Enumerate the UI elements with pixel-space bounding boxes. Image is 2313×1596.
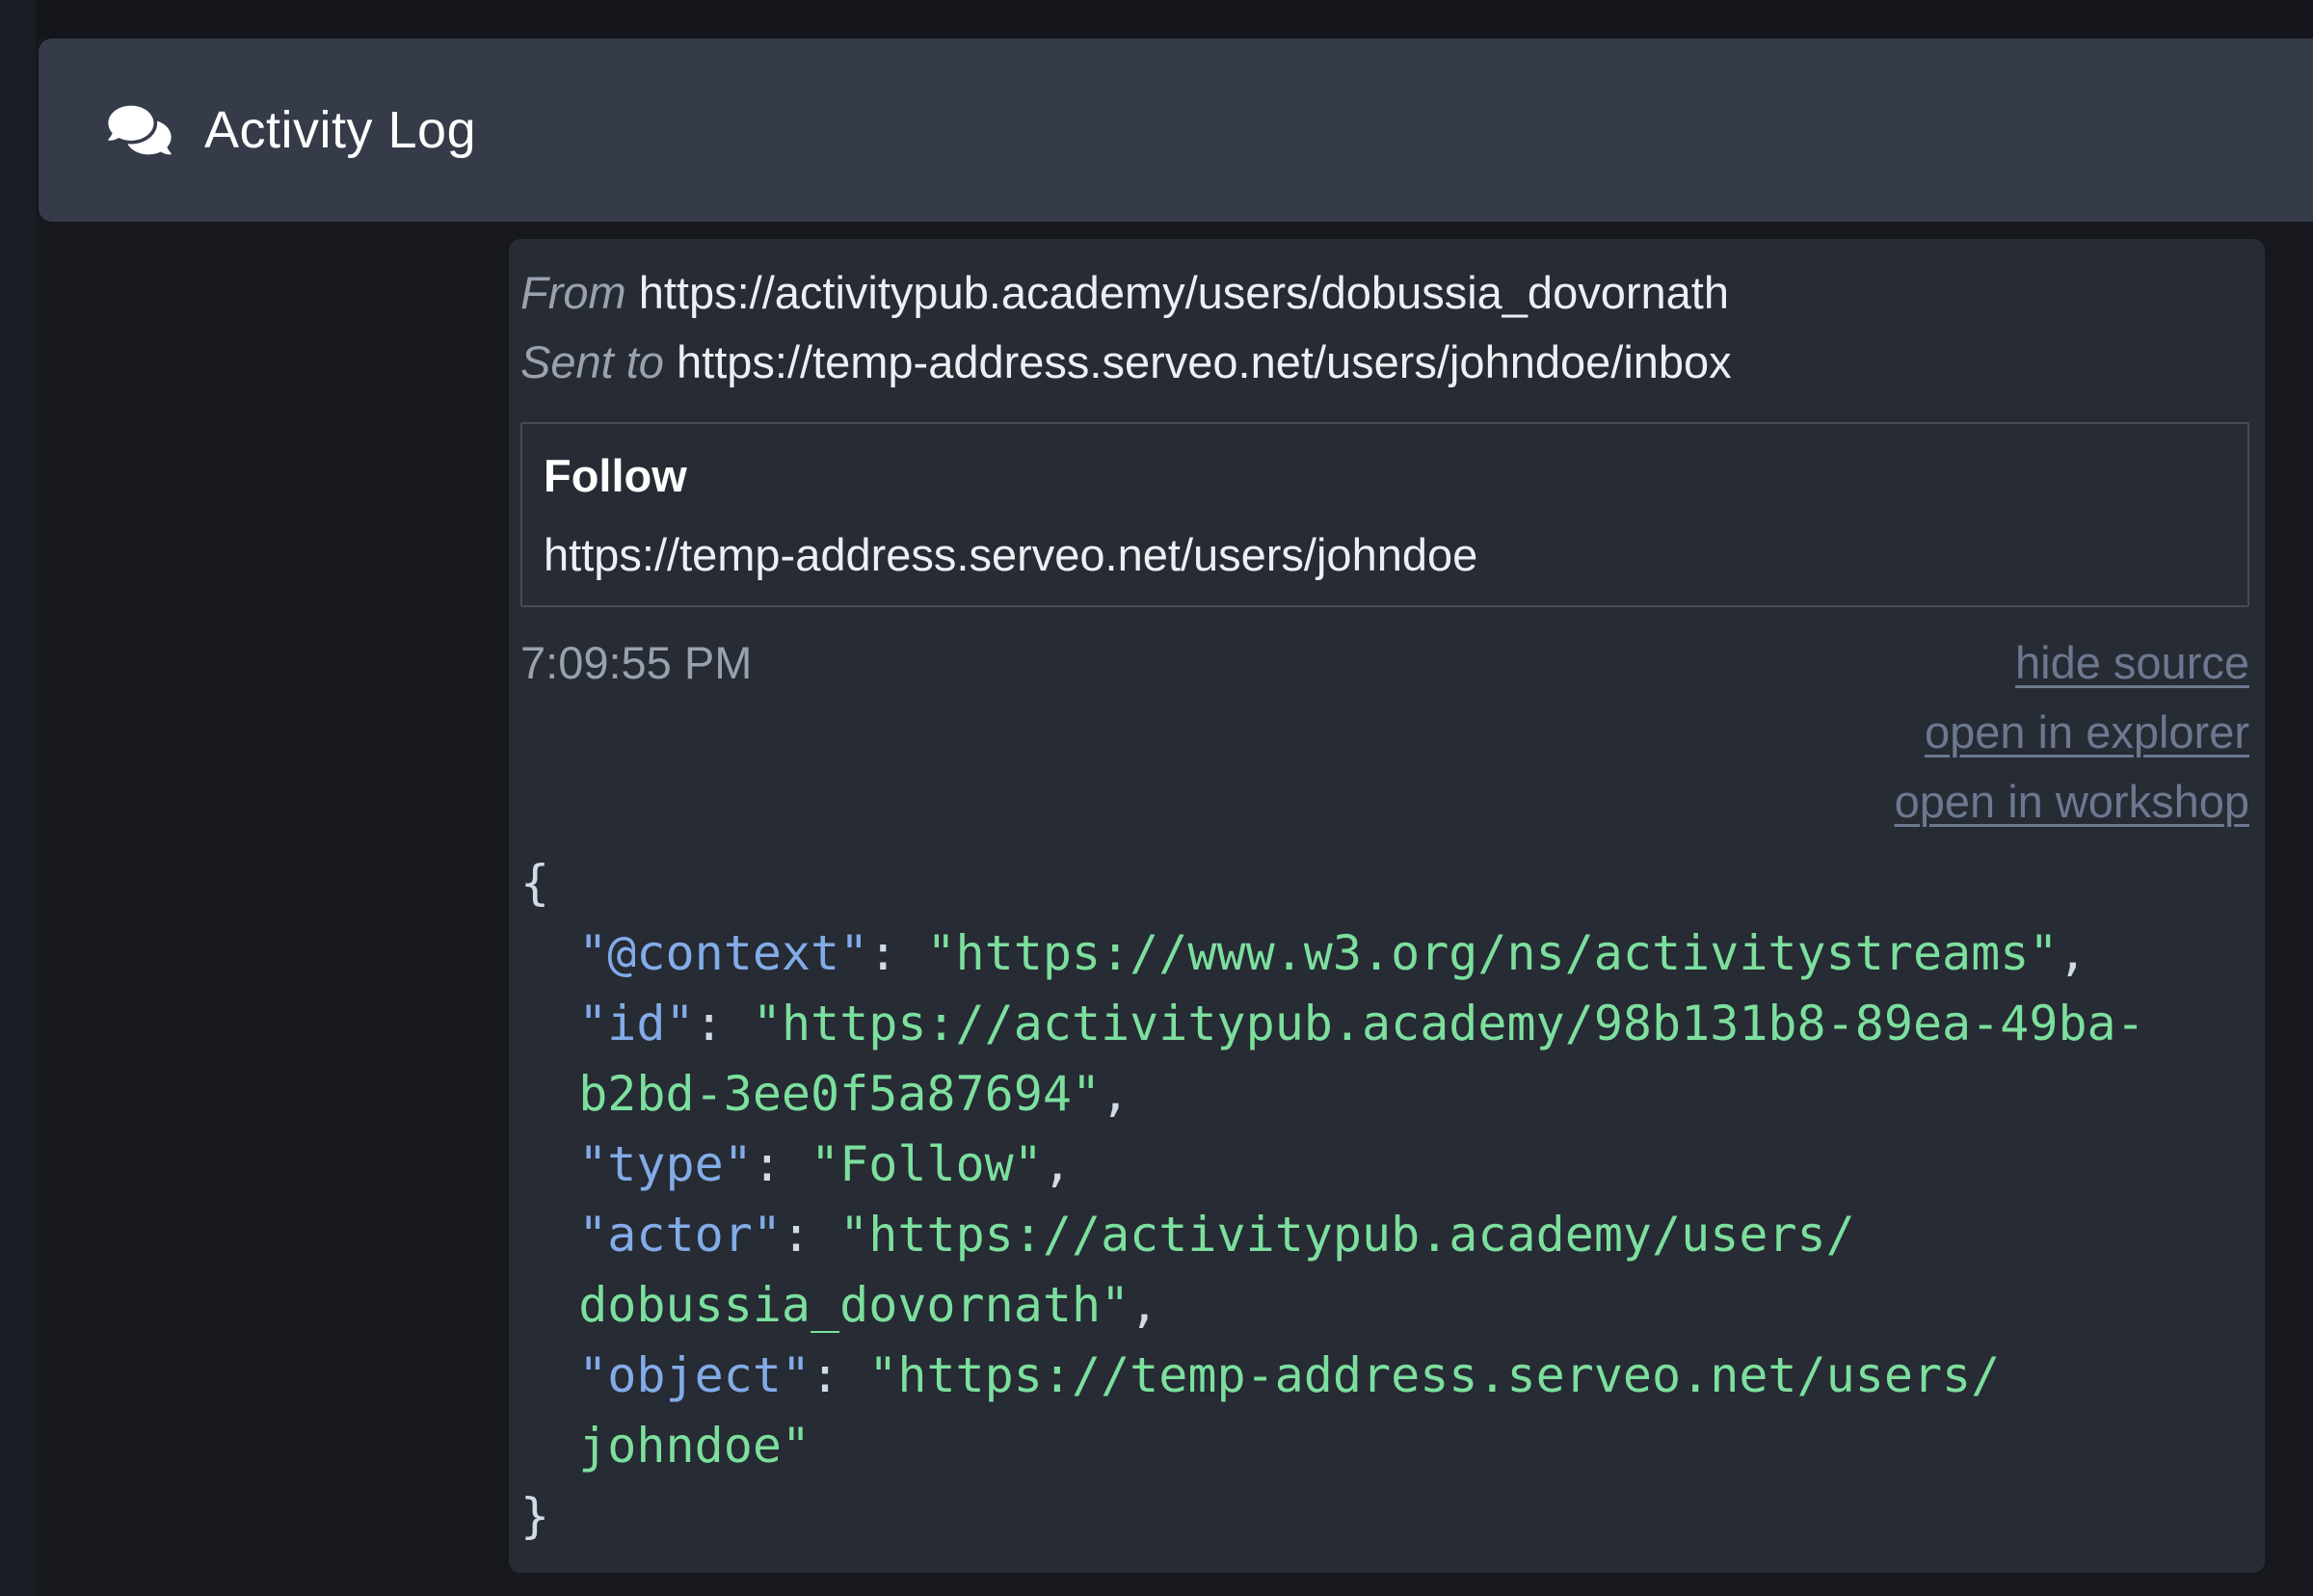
activity-log-panel: Activity Log From https://activitypub.ac… <box>0 0 2313 1596</box>
comments-icon <box>108 102 172 158</box>
page-top-background <box>36 0 2313 39</box>
sent-to-line: Sent to https://temp-address.serveo.net/… <box>520 328 2249 397</box>
activity-entry: From https://activitypub.academy/users/d… <box>509 239 2265 1573</box>
timestamp: 7:09:55 PM <box>520 637 753 688</box>
open-in-workshop-link[interactable]: open in workshop <box>1895 767 2249 837</box>
adjacent-column-edge <box>0 0 36 1596</box>
hide-source-link[interactable]: hide source <box>2015 628 2249 698</box>
open-in-explorer-link[interactable]: open in explorer <box>1925 698 2249 767</box>
source-json: { "@context": "https://www.w3.org/ns/act… <box>520 855 2145 1544</box>
activity-log-header[interactable]: Activity Log <box>39 39 2313 222</box>
activity-type: Follow <box>544 450 687 501</box>
activity-summary-box: Follow https://temp-address.serveo.net/u… <box>520 422 2249 607</box>
from-line: From https://activitypub.academy/users/d… <box>520 258 2249 328</box>
activity-object-url: https://temp-address.serveo.net/users/jo… <box>544 529 1478 580</box>
sent-to-label: Sent to <box>520 336 677 387</box>
from-label: From <box>520 267 639 318</box>
sent-to-value: https://temp-address.serveo.net/users/jo… <box>677 336 1732 387</box>
from-value: https://activitypub.academy/users/dobuss… <box>638 267 1729 318</box>
entry-actions: hide source open in explorer open in wor… <box>1895 628 2249 837</box>
page-title: Activity Log <box>204 101 477 159</box>
entry-meta-row: 7:09:55 PM hide source open in explorer … <box>520 628 2249 837</box>
